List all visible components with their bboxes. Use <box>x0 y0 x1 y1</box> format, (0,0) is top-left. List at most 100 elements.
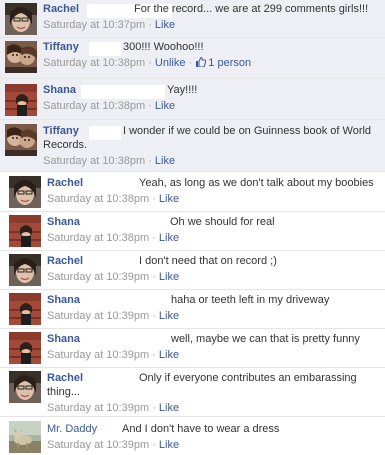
like-link[interactable]: Like <box>159 232 179 244</box>
meta-separator: · <box>148 19 152 31</box>
comment-author[interactable]: Shana <box>47 216 80 228</box>
comment-author[interactable]: Shana <box>47 294 80 306</box>
meta-separator: · <box>152 402 156 414</box>
comment-meta: Saturday at 10:38pm · Unlike · 1 person <box>43 57 251 69</box>
like-link[interactable]: Like <box>159 402 179 414</box>
comment-item: Shana well, maybe we can that is pretty … <box>0 328 385 367</box>
redacted-name <box>85 334 169 348</box>
comment-author[interactable]: Rachel <box>47 372 83 384</box>
comment-item: Tiffany 300!!! Woohoo!!! Saturday at 10:… <box>0 37 385 78</box>
like-link[interactable]: Like <box>159 310 179 322</box>
comment-author[interactable]: Shana <box>43 84 76 96</box>
avatar-rachel[interactable] <box>9 176 41 208</box>
comment-text-block: Shana Oh we should for real Saturday at … <box>47 216 379 248</box>
meta-separator: · <box>152 349 156 361</box>
meta-separator: · <box>188 57 193 69</box>
comment-meta: Saturday at 10:38pm · Like <box>43 100 175 112</box>
comment-item: Tiffany I wonder if we could be on Guinn… <box>0 119 385 171</box>
comment-timestamp[interactable]: Saturday at 10:39pm <box>47 310 149 322</box>
comment-text-block: Shana well, maybe we can that is pretty … <box>47 333 379 365</box>
like-link[interactable]: Like <box>159 439 179 451</box>
avatar-shana[interactable] <box>9 215 41 247</box>
comment-item: Shana haha or teeth left in my driveway … <box>0 289 385 328</box>
comment-meta: Saturday at 10:39pm · Like <box>47 402 179 414</box>
like-link[interactable]: Like <box>159 193 179 205</box>
comment-meta: Saturday at 10:37pm · Like <box>43 19 175 31</box>
meta-separator: · <box>152 232 156 244</box>
meta-separator: · <box>148 155 152 167</box>
comment-meta: Saturday at 10:38pm · Like <box>47 232 179 244</box>
comment-body: Yeah, as long as we don't talk about my … <box>139 177 374 189</box>
meta-separator: · <box>148 57 152 69</box>
comment-body-line1: Only if everyone contributes an embarass… <box>139 372 357 384</box>
comment-timestamp[interactable]: Saturday at 10:38pm <box>43 155 145 167</box>
comment-body: well, maybe we can that is pretty funny <box>171 333 360 345</box>
comment-timestamp[interactable]: Saturday at 10:39pm <box>47 439 149 451</box>
comment-author[interactable]: Shana <box>47 333 80 345</box>
comment-timestamp[interactable]: Saturday at 10:38pm <box>43 57 145 69</box>
avatar-rachel[interactable] <box>9 254 41 286</box>
like-link[interactable]: Like <box>155 155 175 167</box>
comment-author[interactable]: Mr. Daddy <box>47 423 97 435</box>
comment-text-block: Tiffany 300!!! Woohoo!!! Saturday at 10:… <box>43 41 379 77</box>
thumbs-up-icon <box>196 57 207 67</box>
comment-text-block: Rachel For the record... we are at 299 c… <box>43 3 379 35</box>
avatar-shana[interactable] <box>9 332 41 364</box>
comment-body-line2: Records. <box>43 139 88 151</box>
comment-author[interactable]: Rachel <box>47 177 83 189</box>
comment-timestamp[interactable]: Saturday at 10:38pm <box>47 193 149 205</box>
comment-meta: Saturday at 10:39pm · Like <box>47 439 179 451</box>
unlike-link[interactable]: Unlike <box>155 57 186 69</box>
like-link[interactable]: Like <box>155 19 175 31</box>
comment-meta: Saturday at 10:39pm · Like <box>47 310 179 322</box>
comment-body-line2: thing... <box>47 386 81 398</box>
comment-author[interactable]: Rachel <box>47 255 83 267</box>
comment-timestamp[interactable]: Saturday at 10:38pm <box>43 100 145 112</box>
comment-text-block: Tiffany I wonder if we could be on Guinn… <box>43 125 379 169</box>
meta-separator: · <box>152 271 156 283</box>
comment-meta: Saturday at 10:38pm · Like <box>43 155 175 167</box>
comment-thread: Rachel For the record... we are at 299 c… <box>0 0 385 455</box>
comment-item: Rachel I don't need that on record ;) Sa… <box>0 250 385 289</box>
redacted-name <box>91 256 136 270</box>
redacted-name <box>85 217 167 231</box>
comment-timestamp[interactable]: Saturday at 10:37pm <box>43 19 145 31</box>
comment-author[interactable]: Tiffany <box>43 125 79 137</box>
comment-timestamp[interactable]: Saturday at 10:39pm <box>47 271 149 283</box>
like-link[interactable]: Like <box>159 271 179 283</box>
comment-item: Rachel For the record... we are at 299 c… <box>0 0 385 37</box>
redacted-name <box>81 85 165 99</box>
comment-text-block: Shana haha or teeth left in my driveway … <box>47 294 379 326</box>
avatar-tiffany[interactable] <box>5 124 37 156</box>
comment-meta: Saturday at 10:38pm · Like <box>47 193 179 205</box>
avatar-shana[interactable] <box>5 84 37 116</box>
comment-author[interactable]: Rachel <box>43 3 79 15</box>
redacted-name <box>89 126 121 140</box>
avatar-tiffany[interactable] <box>5 41 37 73</box>
comment-timestamp[interactable]: Saturday at 10:39pm <box>47 402 149 414</box>
comment-author[interactable]: Tiffany <box>43 41 79 53</box>
meta-separator: · <box>152 193 156 205</box>
comment-text-block: Mr. Daddy And I don't have to wear a dre… <box>47 423 379 455</box>
avatar-rachel[interactable] <box>9 371 41 403</box>
comment-body: I don't need that on record ;) <box>139 255 277 267</box>
like-link[interactable]: Like <box>155 100 175 112</box>
comment-timestamp[interactable]: Saturday at 10:38pm <box>47 232 149 244</box>
redacted-name <box>89 42 121 56</box>
comment-meta: Saturday at 10:39pm · Like <box>47 271 179 283</box>
comment-body: For the record... we are at 299 comments… <box>134 3 369 15</box>
comment-text-block: Shana Yay!!!! Saturday at 10:38pm · Like <box>43 84 379 116</box>
avatar-shana[interactable] <box>9 293 41 325</box>
likes-count-link[interactable]: 1 person <box>195 57 251 69</box>
comment-body: Yay!!!! <box>167 84 198 96</box>
comment-item: Shana Oh we should for real Saturday at … <box>0 211 385 250</box>
avatar-mr-daddy[interactable] <box>9 421 41 453</box>
comment-text-block: Rachel I don't need that on record ;) Sa… <box>47 255 379 287</box>
comment-body: 300!!! Woohoo!!! <box>123 41 204 53</box>
like-link[interactable]: Like <box>159 349 179 361</box>
comment-timestamp[interactable]: Saturday at 10:39pm <box>47 349 149 361</box>
redacted-name <box>91 373 136 387</box>
comment-text-block: Rachel Yeah, as long as we don't talk ab… <box>47 177 379 209</box>
comment-text-block: Rachel Only if everyone contributes an e… <box>47 372 379 416</box>
avatar-rachel[interactable] <box>5 3 37 35</box>
